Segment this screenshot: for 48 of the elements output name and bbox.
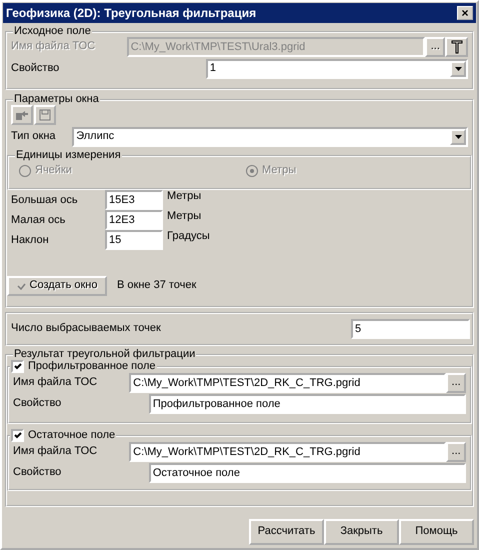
checkbox-option[interactable]: Профильтрованное поле [10, 360, 157, 373]
browse-button[interactable]: ... [446, 442, 466, 462]
number-field[interactable]: 12E3 [105, 210, 163, 230]
field-label: Свойство [13, 397, 62, 411]
field-label: Наклон [11, 233, 50, 248]
field-label: Свойство [11, 62, 60, 76]
checkmark-icon [16, 282, 26, 290]
field-label: Имя файла ТОС [11, 40, 96, 54]
field-label: Число выбрасываемых точек [11, 322, 161, 336]
unit-label: Градусы [166, 230, 210, 244]
check-icon [14, 432, 22, 439]
info-text: В окне 37 точек [117, 279, 196, 293]
field-label: Малая ось [11, 213, 66, 228]
dialog-button[interactable]: Рассчитать [249, 519, 324, 545]
number-field[interactable]: 5 [351, 319, 470, 339]
window-title: Геофизика (2D): Треугольная фильтрация [6, 6, 256, 20]
open-button[interactable] [11, 105, 33, 125]
number-field[interactable]: 15 [105, 230, 163, 250]
group-title: Параметры окна [13, 94, 100, 105]
folder-arrow-icon [15, 109, 29, 121]
check-icon [14, 363, 22, 370]
unit-label: Метры [166, 210, 202, 224]
group-title: Результат треугольной фильтрации [13, 349, 196, 360]
file-path-field[interactable]: C:\My_Work\TMP\TEST\2D_RK_C_TRG.pgrid [129, 373, 446, 393]
file-path-field[interactable]: C:\My_Work\TMP\TEST\2D_RK_C_TRG.pgrid [129, 442, 446, 462]
pin-button[interactable] [445, 37, 468, 57]
close-button[interactable]: × [457, 6, 473, 20]
field-label: Тип окна [11, 130, 57, 144]
dialog-button[interactable]: Закрыть [324, 519, 399, 545]
checkbox[interactable] [11, 429, 24, 442]
browse-button[interactable]: ... [446, 373, 466, 393]
field-label: Свойство [13, 466, 62, 480]
dropdown-arrow-icon [454, 135, 462, 139]
field-label: Имя файла ТОС [13, 376, 98, 390]
number-field[interactable]: 15E3 [105, 190, 163, 210]
property-field[interactable]: Остаточное поле [148, 463, 466, 483]
checkbox-option[interactable]: Остаточное поле [10, 429, 116, 442]
dropdown-arrow-icon [454, 67, 462, 71]
dialog-button[interactable]: Помощь [399, 519, 474, 545]
window-type-dropdown[interactable]: Эллипс [72, 127, 468, 147]
field-label: Имя файла ТОС [13, 445, 98, 459]
field-label: Большая ось [11, 193, 79, 208]
checkbox[interactable] [11, 360, 24, 373]
save-button[interactable] [34, 105, 56, 125]
group-title: Единицы измерения [15, 150, 122, 161]
unit-label: Метры [166, 190, 202, 204]
property-field[interactable]: Профильтрованное поле [148, 394, 466, 414]
group-title: Исходное поле [13, 26, 92, 37]
